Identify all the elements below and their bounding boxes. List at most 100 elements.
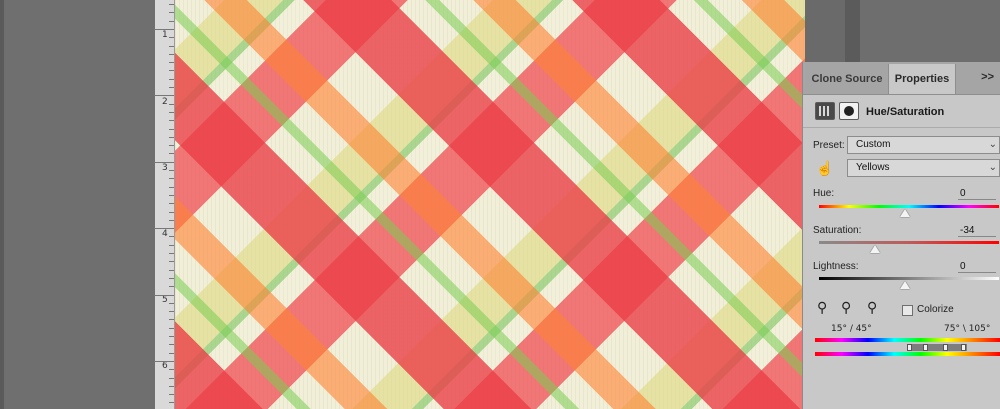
- ruler-tick: [169, 203, 174, 205]
- panel-expand-icon[interactable]: >>: [981, 71, 994, 83]
- colorize-label: Colorize: [917, 304, 954, 315]
- lightness-label: Lightness:: [813, 261, 859, 272]
- lightness-slider-track[interactable]: [819, 277, 999, 280]
- ruler-number: 5: [162, 295, 168, 305]
- ruler-tick: [169, 286, 174, 288]
- ruler-tick: [154, 360, 174, 362]
- ruler-tick: [169, 327, 174, 329]
- ruler-tick: [169, 211, 174, 213]
- divider: [803, 127, 1000, 128]
- range-left-label: 15° / 45°: [831, 324, 872, 334]
- hue-label: Hue:: [813, 188, 835, 199]
- ruler-tick: [154, 28, 174, 30]
- preset-dropdown[interactable]: Custom ⌄: [847, 136, 1000, 154]
- saturation-slider-thumb[interactable]: [870, 245, 880, 253]
- ruler-number: 2: [162, 97, 168, 107]
- preset-label: Preset:: [813, 140, 845, 151]
- ruler-tick: [169, 219, 174, 221]
- saturation-slider-track[interactable]: [819, 241, 999, 244]
- ruler-tick: [169, 277, 174, 279]
- ruler-tick: [169, 402, 174, 404]
- ruler-tick: [154, 95, 174, 97]
- range-handle[interactable]: [907, 344, 912, 351]
- channel-value: Yellows: [856, 162, 890, 173]
- ruler-tick: [169, 153, 174, 155]
- colorize-checkbox[interactable]: [902, 305, 913, 316]
- ruler-tick: [169, 45, 174, 47]
- workspace-edge: [0, 0, 4, 409]
- ruler-tick: [169, 344, 174, 346]
- color-range-slider[interactable]: [907, 344, 967, 351]
- saturation-value-field[interactable]: -34: [958, 225, 996, 237]
- hue-slider-thumb[interactable]: [900, 209, 910, 217]
- eyedropper-minus-icon[interactable]: ⚲: [867, 300, 877, 316]
- ruler-tick: [169, 269, 174, 271]
- ruler-tick: [169, 145, 174, 147]
- lightness-slider-thumb[interactable]: [900, 281, 910, 289]
- ruler-tick: [169, 394, 174, 396]
- ruler-number: 3: [162, 163, 168, 173]
- range-handle[interactable]: [923, 344, 928, 351]
- channel-dropdown[interactable]: Yellows ⌄: [847, 159, 1000, 177]
- hue-slider-track[interactable]: [819, 205, 999, 208]
- eyedropper-plus-icon[interactable]: ⚲: [841, 300, 851, 316]
- ruler-number: 6: [162, 361, 168, 371]
- ruler-tick: [169, 253, 174, 254]
- range-handle[interactable]: [961, 344, 966, 351]
- ruler-tick: [169, 128, 174, 130]
- ruler-tick: [169, 170, 174, 171]
- ruler-tick: [169, 186, 174, 188]
- layer-mask-icon[interactable]: [839, 102, 859, 120]
- ruler-tick: [169, 369, 174, 371]
- adjustment-title: Hue/Saturation: [866, 106, 945, 118]
- saturation-label: Saturation:: [813, 225, 862, 236]
- output-color-bar: [815, 352, 1000, 356]
- ruler-tick: [169, 87, 174, 88]
- ruler-tick: [169, 78, 174, 80]
- adjustment-layer-icon[interactable]: [815, 102, 835, 120]
- ruler-tick: [169, 111, 174, 113]
- ruler-tick: [169, 352, 174, 354]
- ruler-tick: [169, 194, 174, 196]
- ruler-tick: [169, 236, 174, 238]
- tab-properties[interactable]: Properties: [888, 64, 956, 94]
- ruler-tick: [169, 336, 174, 337]
- ruler-tick: [169, 20, 174, 22]
- ruler-tick: [169, 244, 174, 246]
- plaid-canvas-image[interactable]: [175, 0, 805, 409]
- ruler-tick: [169, 311, 174, 313]
- range-right-label: 75° \ 105°: [944, 324, 991, 334]
- ruler-tick: [169, 62, 174, 64]
- range-handle[interactable]: [943, 344, 948, 351]
- input-color-bar: [815, 338, 1000, 342]
- eyedropper-icon[interactable]: ⚲: [817, 300, 827, 316]
- tab-clone-source[interactable]: Clone Source: [807, 64, 887, 94]
- ruler-tick: [169, 385, 174, 387]
- properties-panel: Clone Source Properties >> Hue/Saturatio…: [802, 62, 1000, 409]
- ruler-tick: [169, 302, 174, 304]
- hand-adjust-icon[interactable]: ☝: [816, 160, 833, 177]
- ruler-tick: [169, 53, 174, 55]
- ruler-tick: [169, 377, 174, 379]
- ruler-tick: [169, 319, 174, 321]
- ruler-tick: [169, 4, 174, 5]
- chevron-down-icon: ⌄: [988, 162, 997, 173]
- preset-value: Custom: [856, 139, 891, 150]
- ruler-tick: [169, 12, 174, 14]
- ruler-tick: [154, 161, 174, 163]
- ruler-tick: [154, 228, 174, 230]
- ruler-tick: [169, 103, 174, 105]
- ruler-tick: [169, 261, 174, 263]
- workspace-background: [0, 0, 155, 409]
- hue-value-field[interactable]: 0: [958, 188, 996, 200]
- ruler-tick: [169, 136, 174, 138]
- ruler-number: 1: [162, 30, 168, 40]
- chevron-down-icon: ⌄: [988, 139, 997, 150]
- vertical-ruler[interactable]: 1 2 3 4 5 6: [154, 0, 175, 409]
- panel-tabbar: Clone Source Properties >>: [803, 62, 1000, 95]
- ruler-tick: [154, 294, 174, 296]
- ruler-tick: [169, 37, 174, 39]
- ruler-tick: [169, 178, 174, 180]
- lightness-value-field[interactable]: 0: [958, 261, 996, 273]
- ruler-number: 4: [162, 229, 168, 239]
